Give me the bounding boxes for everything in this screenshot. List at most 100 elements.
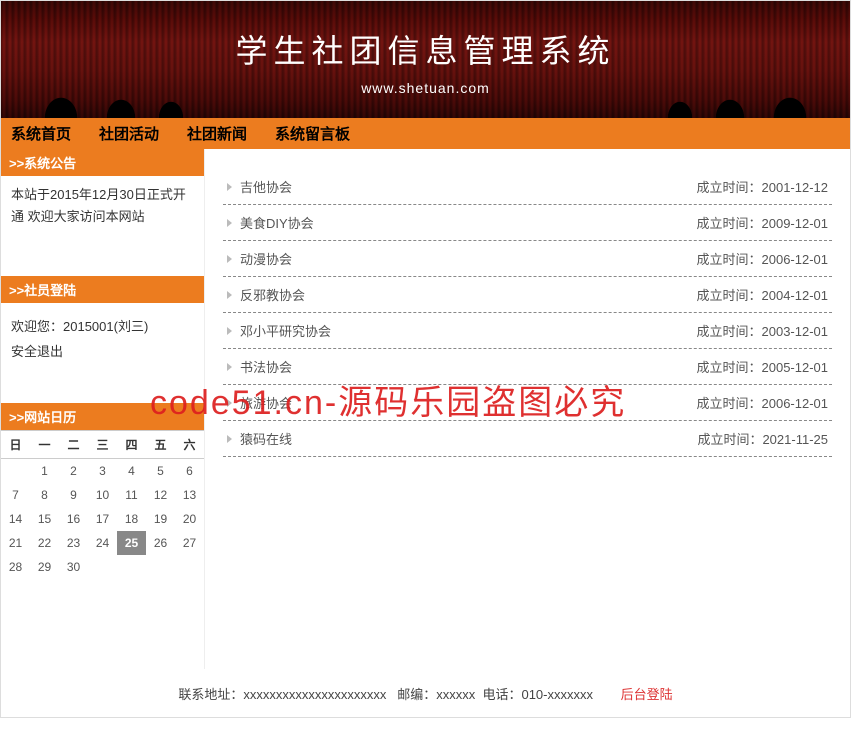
calendar-weekday: 三 [88,431,117,459]
club-row: 猿码在线 成立时间：2021-11-25 [223,421,832,457]
calendar-day [1,459,30,484]
calendar-day[interactable]: 21 [1,531,30,555]
zip-value: xxxxxx [436,687,475,702]
club-name-link[interactable]: 邓小平研究协会 [240,321,331,340]
club-name-link[interactable]: 吉他协会 [240,177,292,196]
club-name-link[interactable]: 猿码在线 [240,429,292,448]
club-name-link[interactable]: 反邪教协会 [240,285,305,304]
main-nav: 系统首页 社团活动 社团新闻 系统留言板 [1,118,850,149]
arrow-icon [227,399,232,407]
calendar-day [117,555,146,579]
club-name-link[interactable]: 旅游协会 [240,393,292,412]
club-date: 成立时间：2003-12-01 [697,321,829,340]
club-date: 成立时间：2021-11-25 [697,429,828,448]
calendar-day[interactable]: 13 [175,483,204,507]
announce-header: >>系统公告 [1,149,204,176]
calendar: 日一二三四五六 12345678910111213141516171819202… [1,430,204,579]
calendar-day[interactable]: 19 [146,507,175,531]
calendar-day[interactable]: 24 [88,531,117,555]
calendar-day [88,555,117,579]
login-body: 欢迎您：2015001(刘三) 安全退出 [1,303,204,403]
club-row: 书法协会 成立时间：2005-12-01 [223,349,832,385]
calendar-weekday: 五 [146,431,175,459]
club-row: 反邪教协会 成立时间：2004-12-01 [223,277,832,313]
calendar-day[interactable]: 12 [146,483,175,507]
announce-body: 本站于2015年12月30日正式开通 欢迎大家访问本网站 [1,176,204,276]
calendar-day[interactable]: 8 [30,483,59,507]
calendar-day[interactable]: 29 [30,555,59,579]
calendar-weekday: 二 [59,431,88,459]
calendar-day[interactable]: 11 [117,483,146,507]
nav-item-1[interactable]: 社团活动 [99,123,159,144]
zip-label: 邮编： [397,687,436,702]
calendar-day[interactable]: 3 [88,459,117,484]
calendar-day[interactable]: 20 [175,507,204,531]
club-row: 美食DIY协会 成立时间：2009-12-01 [223,205,832,241]
club-name-link[interactable]: 动漫协会 [240,249,292,268]
calendar-day[interactable]: 15 [30,507,59,531]
contact-label: 联系地址： [178,687,243,702]
club-name-link[interactable]: 书法协会 [240,357,292,376]
calendar-day[interactable]: 4 [117,459,146,484]
club-date: 成立时间：2005-12-01 [697,357,829,376]
club-row: 动漫协会 成立时间：2006-12-01 [223,241,832,277]
arrow-icon [227,219,232,227]
welcome-text: 欢迎您：2015001(刘三) [11,315,194,340]
calendar-day[interactable]: 26 [146,531,175,555]
calendar-day[interactable]: 1 [30,459,59,484]
calendar-day[interactable]: 30 [59,555,88,579]
calendar-header: >>网站日历 [1,403,204,430]
club-name-link[interactable]: 美食DIY协会 [240,213,314,232]
calendar-day[interactable]: 18 [117,507,146,531]
club-row: 旅游协会 成立时间：2006-12-01 [223,385,832,421]
calendar-day[interactable]: 23 [59,531,88,555]
club-date: 成立时间：2009-12-01 [697,213,829,232]
site-banner: 学生社团信息管理系统 www.shetuan.com [1,1,850,118]
club-row: 邓小平研究协会 成立时间：2003-12-01 [223,313,832,349]
arrow-icon [227,435,232,443]
club-date: 成立时间：2006-12-01 [697,393,829,412]
calendar-day[interactable]: 2 [59,459,88,484]
club-list: 吉他协会 成立时间：2001-12-12 美食DIY协会 成立时间：2009-12-0… [223,169,832,457]
logout-link[interactable]: 安全退出 [11,344,63,359]
calendar-weekday: 日 [1,431,30,459]
calendar-day [146,555,175,579]
calendar-day[interactable]: 10 [88,483,117,507]
footer: 联系地址：xxxxxxxxxxxxxxxxxxxxxx 邮编：xxxxxx 电话… [1,669,850,717]
club-date: 成立时间：2001-12-12 [697,177,829,196]
contact-value: xxxxxxxxxxxxxxxxxxxxxx [243,687,386,702]
calendar-day[interactable]: 14 [1,507,30,531]
calendar-weekday: 一 [30,431,59,459]
club-row: 吉他协会 成立时间：2001-12-12 [223,169,832,205]
arrow-icon [227,327,232,335]
admin-login-link[interactable]: 后台登陆 [621,687,673,702]
club-date: 成立时间：2006-12-01 [697,249,829,268]
calendar-day[interactable]: 22 [30,531,59,555]
login-header: >>社员登陆 [1,276,204,303]
site-title: 学生社团信息管理系统 [1,26,850,72]
nav-item-0[interactable]: 系统首页 [11,123,71,144]
calendar-day[interactable]: 25 [117,531,146,555]
calendar-day[interactable]: 17 [88,507,117,531]
calendar-weekday: 四 [117,431,146,459]
arrow-icon [227,255,232,263]
arrow-icon [227,363,232,371]
calendar-day[interactable]: 6 [175,459,204,484]
phone-value: 010-xxxxxxx [521,687,593,702]
arrow-icon [227,291,232,299]
calendar-day[interactable]: 9 [59,483,88,507]
nav-item-2[interactable]: 社团新闻 [187,123,247,144]
site-url: www.shetuan.com [1,80,850,96]
club-date: 成立时间：2004-12-01 [697,285,829,304]
calendar-weekday: 六 [175,431,204,459]
calendar-day[interactable]: 5 [146,459,175,484]
main-content: 吉他协会 成立时间：2001-12-12 美食DIY协会 成立时间：2009-12-0… [205,149,850,669]
calendar-day[interactable]: 28 [1,555,30,579]
nav-item-3[interactable]: 系统留言板 [275,123,350,144]
arrow-icon [227,183,232,191]
phone-label: 电话： [482,687,521,702]
calendar-day [175,555,204,579]
calendar-day[interactable]: 27 [175,531,204,555]
calendar-day[interactable]: 16 [59,507,88,531]
calendar-day[interactable]: 7 [1,483,30,507]
